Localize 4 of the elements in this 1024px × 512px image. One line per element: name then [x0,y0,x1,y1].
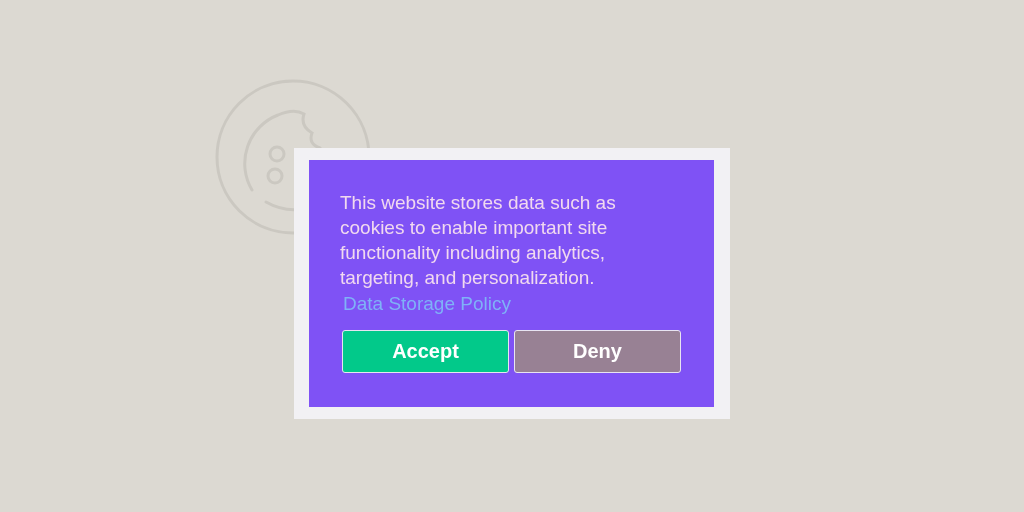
accept-button[interactable]: Accept [342,330,509,373]
deny-button[interactable]: Deny [514,330,681,373]
consent-message: This website stores data such as cookies to enable important site functionality including analytics, targeting, and personalization. [340,191,617,290]
policy-link[interactable]: Data Storage Policy [343,292,511,316]
